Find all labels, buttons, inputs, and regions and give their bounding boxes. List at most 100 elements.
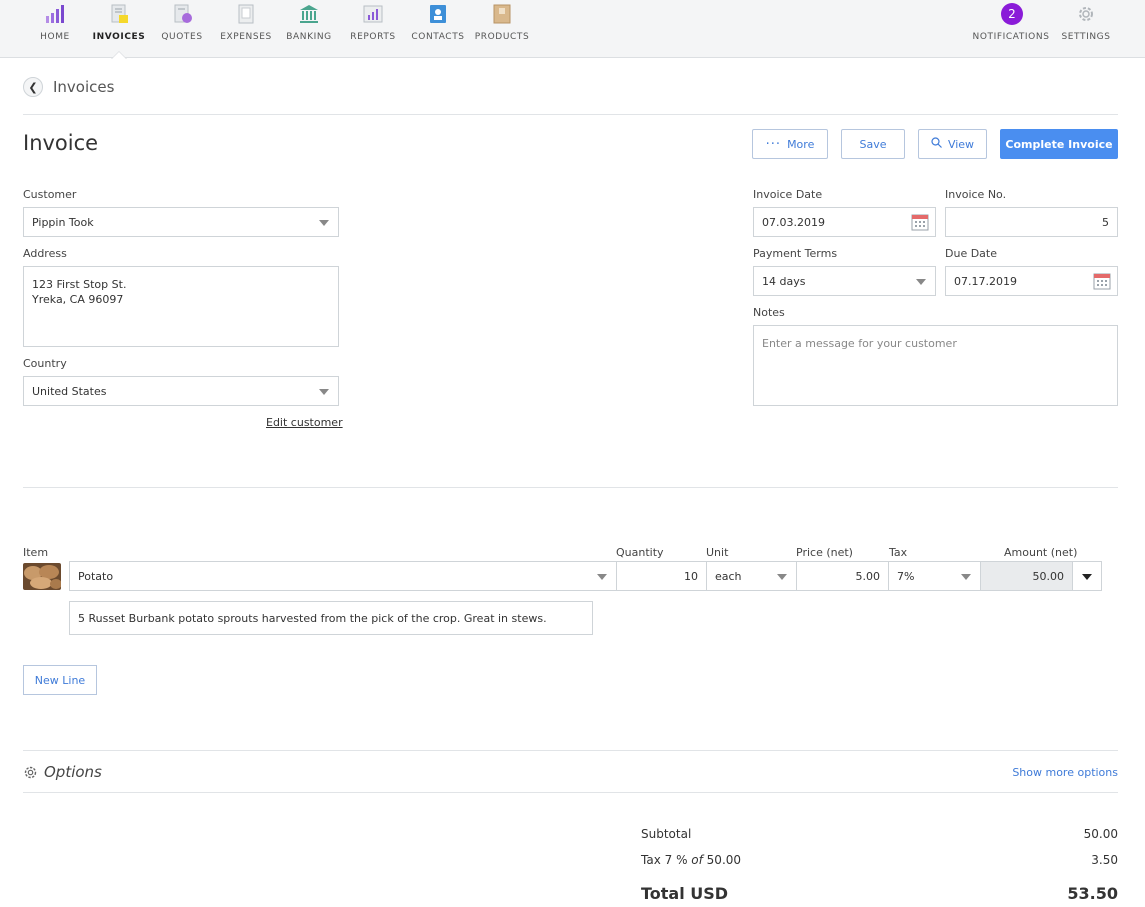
- customer-label: Customer: [23, 188, 77, 201]
- nav-invoices[interactable]: INVOICES: [93, 0, 145, 59]
- calendar-icon[interactable]: [1093, 272, 1111, 290]
- country-value: United States: [32, 384, 107, 398]
- nav-expenses[interactable]: EXPENSES: [220, 0, 271, 58]
- quantity-field[interactable]: 10: [616, 561, 707, 591]
- customer-value: Pippin Took: [32, 215, 94, 229]
- quantity-header: Quantity: [616, 546, 664, 559]
- view-button[interactable]: View: [918, 129, 987, 159]
- price-field[interactable]: 5.00: [796, 561, 889, 591]
- contacts-book-icon: [427, 3, 449, 25]
- page-title: Invoice: [23, 131, 99, 155]
- nav-contacts[interactable]: CONTACTS: [411, 0, 464, 58]
- nav-products[interactable]: PRODUCTS: [475, 0, 529, 58]
- nav-quotes[interactable]: QUOTES: [161, 0, 203, 58]
- payment-terms-value: 14 days: [762, 274, 806, 288]
- unit-select[interactable]: each: [706, 561, 797, 591]
- nav-reports[interactable]: REPORTS: [350, 0, 396, 58]
- notification-count-badge: 2: [1001, 3, 1023, 25]
- bank-icon: [298, 3, 320, 25]
- amount-value: 50.00: [1032, 569, 1065, 583]
- nav-settings[interactable]: SETTINGS: [1061, 0, 1111, 58]
- calendar-icon[interactable]: [911, 213, 929, 231]
- nav-settings-label: SETTINGS: [1061, 32, 1111, 42]
- subtotal-value: 50.00: [1083, 827, 1118, 841]
- home-chart-icon: [44, 3, 66, 25]
- tax-header: Tax: [889, 546, 908, 559]
- divider: [23, 114, 1118, 115]
- complete-invoice-label: Complete Invoice: [1005, 137, 1113, 151]
- item-value: Potato: [78, 569, 114, 583]
- show-more-options-link[interactable]: Show more options: [1012, 766, 1118, 779]
- divider: [23, 487, 1118, 488]
- nav-notifications-label: NOTIFICATIONS: [972, 32, 1050, 42]
- price-value: 5.00: [855, 569, 881, 583]
- nav-notifications[interactable]: 2 NOTIFICATIONS: [972, 0, 1050, 58]
- gear-icon: [23, 765, 38, 780]
- chevron-down-icon: [777, 574, 787, 580]
- nav-invoices-label: INVOICES: [92, 32, 146, 42]
- nav-home[interactable]: HOME: [38, 0, 72, 58]
- expense-doc-icon: [235, 3, 257, 25]
- total-value: 53.50: [1067, 884, 1118, 903]
- customer-select[interactable]: Pippin Took: [23, 207, 339, 237]
- tax-select[interactable]: 7%: [888, 561, 981, 591]
- options-title[interactable]: Options: [44, 763, 102, 781]
- invoice-date-value: 07.03.2019: [762, 215, 825, 229]
- address-label: Address: [23, 247, 67, 260]
- nav-home-label: HOME: [40, 32, 70, 42]
- invoice-date-label: Invoice Date: [753, 188, 823, 201]
- subtotal-label: Subtotal: [641, 827, 692, 841]
- address-field[interactable]: 123 First Stop St. Yreka, CA 96097: [23, 266, 339, 347]
- breadcrumb[interactable]: Invoices: [53, 78, 114, 96]
- item-select[interactable]: Potato: [69, 561, 617, 591]
- amount-header: Amount (net): [1004, 546, 1078, 559]
- quantity-value: 10: [684, 569, 698, 583]
- chevron-down-icon: [319, 220, 329, 226]
- new-line-button[interactable]: New Line: [23, 665, 97, 695]
- back-button[interactable]: ❮: [23, 77, 43, 97]
- quote-doc-icon: [171, 3, 193, 25]
- address-line1: 123 First Stop St.: [32, 278, 127, 291]
- price-header: Price (net): [796, 546, 853, 559]
- payment-terms-label: Payment Terms: [753, 247, 838, 260]
- payment-terms-select[interactable]: 14 days: [753, 266, 936, 296]
- product-box-icon: [491, 3, 513, 25]
- notes-placeholder: Enter a message for your customer: [762, 337, 957, 350]
- due-date-field[interactable]: 07.17.2019: [945, 266, 1118, 296]
- save-button[interactable]: Save: [841, 129, 905, 159]
- more-button[interactable]: ··· More: [752, 129, 828, 159]
- tax-value: 7%: [897, 569, 915, 583]
- total-label: Total USD: [641, 884, 729, 903]
- save-button-label: Save: [859, 137, 887, 151]
- row-actions-dropdown[interactable]: [1072, 561, 1102, 591]
- tax-label-prefix: Tax 7 %: [641, 853, 692, 867]
- nav-quotes-label: QUOTES: [161, 32, 203, 42]
- chevron-down-icon: [961, 574, 971, 580]
- gear-icon: [1075, 3, 1097, 25]
- nav-reports-label: REPORTS: [350, 32, 396, 42]
- tax-value: 3.50: [1091, 853, 1118, 867]
- chevron-down-icon: [597, 574, 607, 580]
- tax-label: Tax 7 % of 50.00: [641, 853, 741, 867]
- notes-label: Notes: [753, 306, 785, 319]
- amount-field: 50.00: [980, 561, 1073, 591]
- item-description-field[interactable]: 5 Russet Burbank potato sprouts harveste…: [69, 601, 593, 635]
- view-button-label: View: [947, 137, 975, 151]
- notifications-icon: 2: [1000, 3, 1023, 25]
- invoice-date-field[interactable]: 07.03.2019: [753, 207, 936, 237]
- complete-invoice-button[interactable]: Complete Invoice: [1000, 129, 1118, 159]
- divider: [23, 792, 1118, 793]
- chevron-down-icon: [916, 279, 926, 285]
- unit-value: each: [715, 569, 742, 583]
- ellipsis-icon: ···: [765, 136, 782, 152]
- tax-label-of: of: [691, 853, 703, 867]
- invoice-number-label: Invoice No.: [945, 188, 1007, 201]
- notes-field[interactable]: Enter a message for your customer: [753, 325, 1118, 406]
- caret-down-icon: [1082, 574, 1092, 580]
- country-select[interactable]: United States: [23, 376, 339, 406]
- edit-customer-link[interactable]: Edit customer: [266, 416, 343, 429]
- due-date-label: Due Date: [945, 247, 997, 260]
- address-line2: Yreka, CA 96097: [32, 293, 124, 306]
- nav-banking[interactable]: BANKING: [286, 0, 331, 58]
- invoice-number-field[interactable]: 5: [945, 207, 1118, 237]
